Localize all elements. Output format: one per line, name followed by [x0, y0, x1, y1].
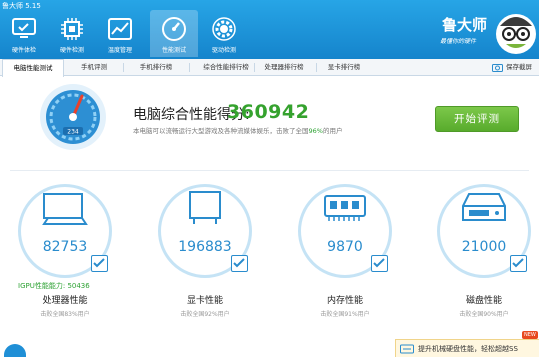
gpu-card: 196883 显卡性能 击败全国92%用户 — [158, 184, 252, 334]
nav-hardware-checkup[interactable]: 硬件体检 — [0, 10, 48, 57]
score-desc-prefix: 本电脑可以流畅运行大型游戏及各种流媒体娱乐，击败了全国 — [133, 127, 309, 135]
cpu-monitor-icon — [42, 193, 88, 225]
check-icon — [512, 258, 524, 268]
nav-label: 驱动检测 — [211, 47, 236, 54]
graphics-card-icon — [189, 191, 221, 224]
brand-name: 鲁大师 — [442, 16, 488, 34]
tab-gpu-ranking[interactable]: 显卡排行榜 — [316, 59, 372, 76]
speed-ball-icon[interactable] — [4, 344, 26, 357]
gear-icon — [212, 17, 236, 41]
nav-label: 温度管理 — [107, 47, 132, 54]
nav-label: 硬件检测 — [59, 47, 84, 54]
check-icon — [93, 258, 105, 268]
start-benchmark-button[interactable]: 开始评测 — [435, 106, 519, 132]
chip-icon — [61, 18, 83, 40]
disk-checkbox[interactable] — [510, 255, 527, 272]
gpu-score: 196883 — [178, 239, 232, 255]
performance-gauge-icon: 234 — [40, 84, 106, 150]
section-divider — [10, 170, 529, 171]
disk-rank: 击败全国90%用户 — [459, 311, 509, 318]
hard-disk-icon — [462, 193, 506, 221]
disk-upgrade-icon — [400, 344, 414, 354]
tab-cpu-ranking[interactable]: 处理器排行榜 — [252, 59, 316, 76]
promo-text: 提升机械硬盘性能，轻松超越SS — [418, 345, 518, 353]
tab-pc-performance[interactable]: 电脑性能测试 — [2, 59, 64, 77]
nav-label: 性能测试 — [161, 47, 186, 54]
tab-phone-ranking[interactable]: 手机排行榜 — [124, 59, 188, 76]
monitor-check-icon — [12, 18, 36, 38]
cpu-score: 82753 — [42, 239, 88, 255]
igpu-label: IGPU性能能力: — [18, 282, 66, 290]
nav-temperature[interactable]: 温度管理 — [96, 10, 144, 57]
cpu-card: 82753 处理器性能 击败全国83%用户 — [18, 184, 112, 334]
nav-performance-test[interactable]: 性能测试 — [150, 10, 198, 57]
score-percentile: 96% — [308, 127, 323, 135]
overall-score: 360942 — [227, 101, 310, 123]
gpu-label: 显卡性能 — [186, 296, 223, 306]
camera-icon[interactable] — [492, 63, 503, 72]
app-header: 鲁大师 5.15 硬件体检 硬件检测 温度管理 性能测试 驱动检测 鲁大师 最懂… — [0, 0, 539, 59]
nav-driver-detect[interactable]: 驱动检测 — [200, 10, 248, 57]
promo-banner[interactable]: 提升机械硬盘性能，轻松超越SS — [395, 339, 539, 357]
tab-bar: 电脑性能测试 手机评测 手机排行榜 综合性能排行榜 处理器排行榜 显卡排行榜 — [0, 59, 539, 77]
cpu-label: 处理器性能 — [42, 296, 88, 306]
gpu-rank: 击败全国92%用户 — [180, 311, 230, 318]
nav-label: 硬件体检 — [11, 47, 36, 54]
check-icon — [373, 258, 385, 268]
memory-score: 9870 — [327, 239, 363, 255]
memory-label: 内存性能 — [326, 296, 363, 306]
disk-label: 磁盘性能 — [465, 296, 502, 306]
memory-checkbox[interactable] — [371, 255, 388, 272]
save-screenshot-button[interactable]: 保存截屏 — [506, 59, 532, 76]
memory-card: 9870 内存性能 击败全国91%用户 — [298, 184, 392, 334]
tab-phone-review[interactable]: 手机评测 — [66, 59, 122, 76]
memory-icon — [324, 195, 366, 221]
brand-slogan: 最懂你的硬件 — [440, 38, 477, 45]
score-desc-suffix: 的用户 — [322, 127, 343, 135]
new-badge: NEW — [522, 331, 538, 339]
score-description: 本电脑可以流畅运行大型游戏及各种流媒体娱乐，击败了全国96%的用户 — [133, 125, 342, 135]
nav-hardware-detect[interactable]: 硬件检测 — [48, 10, 96, 57]
mascot-avatar[interactable] — [494, 8, 538, 56]
cpu-checkbox[interactable] — [91, 255, 108, 272]
speedometer-icon — [162, 17, 186, 41]
disk-card: 21000 磁盘性能 击败全国90%用户 — [437, 184, 531, 334]
gpu-checkbox[interactable] — [231, 255, 248, 272]
igpu-value: 50436 — [67, 282, 90, 290]
thermometer-chart-icon — [108, 18, 132, 40]
memory-rank: 击败全国91%用户 — [320, 311, 370, 318]
gauge-value: 234 — [67, 129, 79, 136]
cpu-rank: 击败全国83%用户 — [40, 311, 90, 318]
disk-score: 21000 — [461, 239, 507, 255]
igpu-score: IGPU性能能力: 50436 — [18, 281, 90, 291]
check-icon — [233, 258, 245, 268]
